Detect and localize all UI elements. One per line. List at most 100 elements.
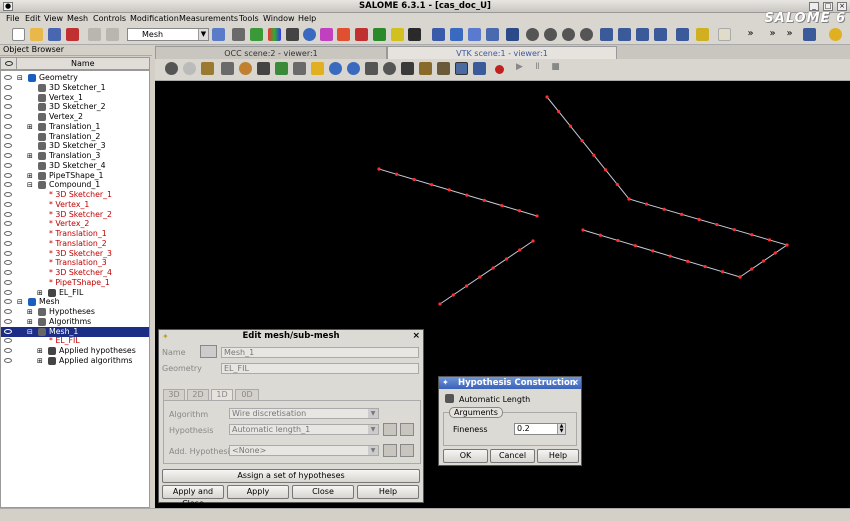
interaction-style-icon[interactable] — [183, 62, 196, 75]
create-hypothesis-button[interactable] — [383, 423, 397, 436]
view-front-icon[interactable] — [311, 62, 324, 75]
tree-item[interactable]: ⊞ Translation_3 — [1, 151, 149, 161]
hypothesis-select[interactable]: Automatic length_1 ▼ — [229, 424, 379, 435]
eye-icon[interactable] — [4, 143, 12, 149]
eye-icon[interactable] — [4, 192, 12, 197]
tree-item[interactable]: * Vertex_2 — [1, 219, 149, 229]
eye-icon[interactable] — [4, 260, 12, 266]
translate-icon[interactable] — [618, 28, 631, 41]
minimize-button[interactable]: _ — [809, 2, 819, 11]
tree-item[interactable]: 3D Sketcher_4 — [1, 161, 149, 171]
eye-icon[interactable] — [4, 153, 12, 158]
tree-item[interactable]: * EL_FIL — [1, 336, 149, 346]
menu-file[interactable]: File — [6, 14, 19, 23]
eye-icon[interactable] — [4, 114, 12, 119]
gear-icon-4[interactable] — [580, 28, 593, 41]
create-add-hypothesis-button[interactable] — [383, 444, 397, 457]
polyhedron-icon[interactable] — [506, 28, 519, 41]
close-document-icon[interactable] — [66, 28, 79, 41]
new-document-icon[interactable] — [12, 28, 25, 41]
expand-icon[interactable]: ⊞ — [37, 346, 43, 356]
save-icon[interactable] — [48, 28, 61, 41]
eye-icon[interactable] — [4, 348, 12, 353]
tree-item[interactable]: ⊞ Hypotheses — [1, 307, 149, 317]
eye-icon[interactable] — [4, 299, 12, 305]
tree-item[interactable]: 3D Sketcher_2 — [1, 102, 149, 112]
eye-icon[interactable] — [4, 201, 12, 207]
close-icon[interactable]: × — [571, 377, 579, 389]
assign-hypotheses-button[interactable]: Assign a set of hypotheses — [162, 469, 420, 483]
eye-icon[interactable] — [4, 221, 12, 227]
more-icon[interactable]: » — [744, 28, 757, 41]
eye-icon[interactable] — [4, 182, 12, 188]
algorithm-select[interactable]: Wire discretisation ▼ — [229, 408, 379, 419]
tree-item[interactable]: ⊞ Applied algorithms — [1, 356, 149, 366]
tree-item[interactable]: ⊟ Geometry — [1, 73, 149, 83]
scale-icon[interactable] — [696, 28, 709, 41]
eye-icon[interactable] — [4, 75, 12, 80]
salome-help-icon[interactable] — [829, 28, 842, 41]
close-button[interactable]: Close — [292, 485, 354, 499]
merge-icon[interactable] — [676, 28, 689, 41]
collapse-icon[interactable]: ⊟ — [27, 180, 33, 190]
tree-item[interactable]: Vertex_2 — [1, 112, 149, 122]
record-icon[interactable] — [495, 65, 504, 74]
tree-item[interactable]: * 3D Sketcher_4 — [1, 268, 149, 278]
paste-icon[interactable] — [106, 28, 119, 41]
add-hypothesis-select[interactable]: <None> ▼ — [229, 445, 379, 456]
rotate-icon[interactable] — [636, 28, 649, 41]
tree-item[interactable]: * 3D Sketcher_2 — [1, 210, 149, 220]
gear-icon-3[interactable] — [562, 28, 575, 41]
more-icon-3[interactable]: » — [783, 28, 796, 41]
apply-button[interactable]: Apply — [227, 485, 289, 499]
eye-icon[interactable] — [4, 133, 12, 139]
submesh-icon[interactable] — [268, 28, 281, 41]
eye-icon[interactable] — [4, 123, 12, 129]
eye-icon[interactable] — [4, 357, 12, 363]
trihedron-icon[interactable] — [201, 62, 214, 75]
group-icon[interactable] — [337, 28, 350, 41]
search-icon[interactable] — [803, 28, 816, 41]
tree-item[interactable]: * 3D Sketcher_1 — [1, 190, 149, 200]
help-button[interactable]: Help — [357, 485, 419, 499]
gear-icon-2[interactable] — [544, 28, 557, 41]
collapse-icon[interactable]: ⊟ — [17, 297, 23, 307]
eye-icon[interactable] — [4, 84, 12, 90]
stop-icon[interactable]: ■ — [549, 62, 562, 75]
eye-icon[interactable] — [4, 328, 12, 334]
eye-icon[interactable] — [4, 104, 12, 110]
zoom-icon[interactable] — [239, 62, 252, 75]
mesh-module-icon[interactable] — [212, 28, 225, 41]
expand-icon[interactable]: ⊞ — [27, 151, 33, 161]
menu-tools[interactable]: Tools — [239, 14, 259, 23]
edge-icon[interactable] — [450, 28, 463, 41]
tree-item[interactable]: Vertex_1 — [1, 93, 149, 103]
geometry-field[interactable]: EL_FIL — [221, 363, 419, 374]
eye-icon[interactable] — [4, 289, 12, 295]
compute-icon[interactable] — [303, 28, 316, 41]
tree-item[interactable]: Translation_2 — [1, 132, 149, 142]
eye-icon[interactable] — [4, 211, 12, 217]
symmetry-icon[interactable] — [654, 28, 667, 41]
rotate-ccw-icon[interactable] — [329, 62, 342, 75]
menu-measurements[interactable]: Measurements — [179, 14, 238, 23]
close-icon[interactable]: × — [412, 330, 420, 342]
eye-icon[interactable] — [4, 162, 12, 168]
pause-icon[interactable]: Ⅱ — [531, 62, 544, 75]
volume-icon[interactable] — [486, 28, 499, 41]
play-icon[interactable]: ▶ — [513, 62, 526, 75]
controls-icon[interactable] — [408, 28, 421, 41]
mesh-order-icon[interactable] — [320, 28, 333, 41]
tree-item[interactable]: ⊞ EL_FIL — [1, 288, 149, 298]
open-folder-icon[interactable] — [30, 28, 43, 41]
tree-item[interactable]: * Vertex_1 — [1, 200, 149, 210]
spin-arrows-icon[interactable]: ▲ ▼ — [557, 424, 565, 434]
menu-mesh[interactable]: Mesh — [67, 14, 88, 23]
edit-add-hypothesis-button[interactable] — [400, 444, 414, 457]
eye-icon[interactable] — [4, 279, 12, 285]
menu-modification[interactable]: Modification — [130, 14, 179, 23]
tree-item[interactable]: * Translation_3 — [1, 258, 149, 268]
expand-icon[interactable]: ⊞ — [27, 317, 33, 327]
scaling-icon[interactable] — [419, 62, 432, 75]
eye-icon[interactable] — [4, 240, 12, 246]
